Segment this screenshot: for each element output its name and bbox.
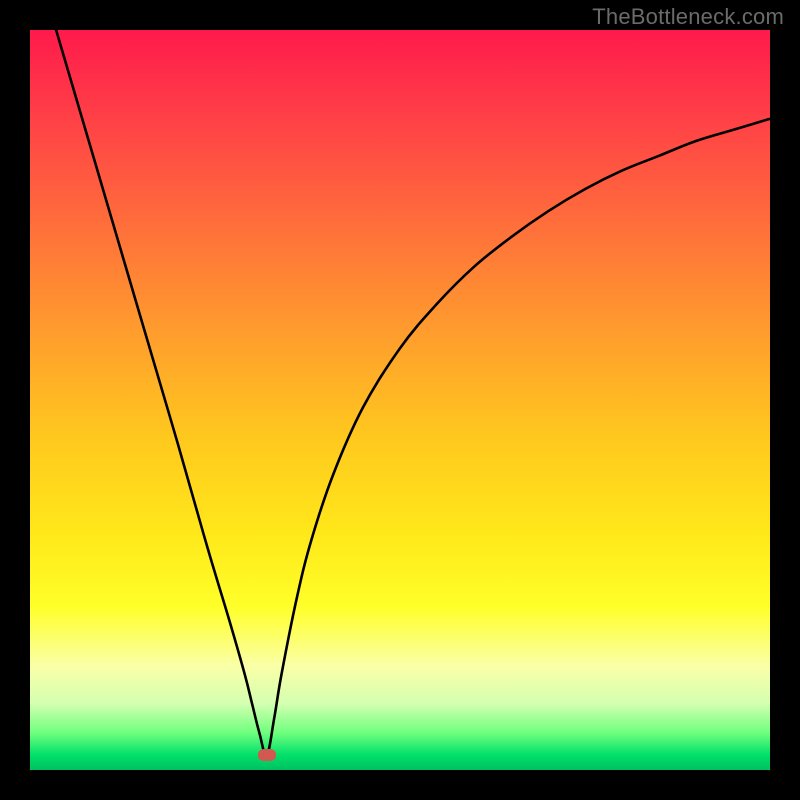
plot-area bbox=[30, 30, 770, 770]
bottleneck-curve-path bbox=[30, 30, 770, 756]
chart-frame: TheBottleneck.com bbox=[0, 0, 800, 800]
minimum-marker bbox=[258, 749, 276, 761]
bottleneck-curve-svg bbox=[30, 30, 770, 770]
watermark-text: TheBottleneck.com bbox=[592, 4, 784, 30]
